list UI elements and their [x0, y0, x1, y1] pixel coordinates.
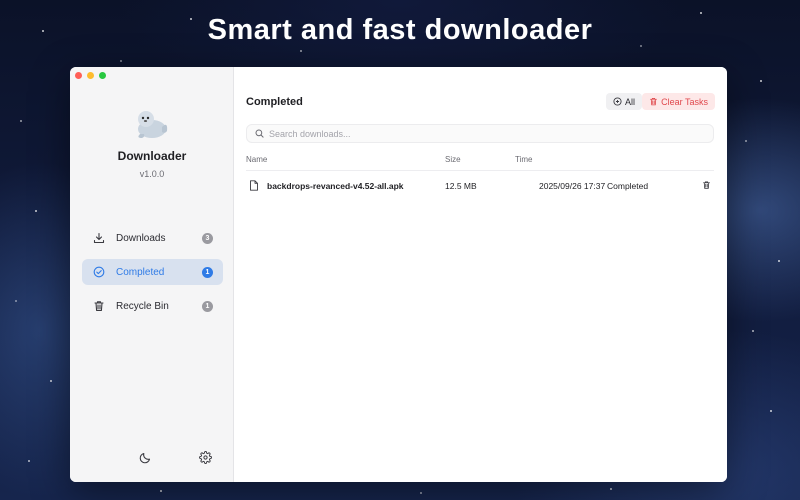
sidebar-item-label: Recycle Bin [116, 300, 169, 312]
app-version: v1.0.0 [139, 169, 165, 179]
sidebar-item-completed[interactable]: Completed 1 [82, 259, 223, 285]
count-badge: 1 [202, 266, 213, 278]
table-header: Name Size Time [246, 155, 714, 169]
file-name: backdrops-revanced-v4.52-all.apk [267, 181, 404, 191]
hero-title: Smart and fast downloader [207, 14, 593, 46]
count-badge: 1 [202, 300, 213, 312]
sidebar-footer [70, 448, 234, 468]
gear-icon [198, 450, 212, 464]
delete-row-button[interactable] [702, 180, 711, 192]
theme-toggle-button[interactable] [136, 448, 154, 466]
sidebar: Downloader v1.0.0 Downloads 3 Completed … [70, 67, 234, 482]
column-header-size[interactable]: Size [445, 155, 461, 164]
window-controls [75, 72, 106, 79]
sidebar-item-recycle-bin[interactable]: Recycle Bin 1 [82, 293, 223, 319]
status-badge: Completed [607, 181, 649, 191]
minimize-window-button[interactable] [87, 72, 94, 79]
sidebar-item-label: Completed [116, 266, 165, 278]
file-size: 12.5 MB [445, 181, 477, 191]
search-bar [246, 124, 714, 143]
file-time: 2025/09/26 17:37 [539, 181, 606, 191]
trash-icon [650, 97, 658, 106]
table-row[interactable]: backdrops-revanced-v4.52-all.apk 12.5 MB… [246, 179, 714, 195]
app-window: Downloader v1.0.0 Downloads 3 Completed … [70, 67, 727, 482]
sidebar-nav: Downloads 3 Completed 1 Recycle Bin 1 [82, 225, 223, 327]
close-window-button[interactable] [75, 72, 82, 79]
maximize-window-button[interactable] [99, 72, 106, 79]
filter-circle-icon [613, 97, 622, 106]
search-input[interactable] [269, 128, 705, 139]
trash-icon [92, 299, 106, 313]
sidebar-item-label: Downloads [116, 232, 166, 244]
seal-logo-icon [138, 111, 168, 138]
search-icon [255, 129, 264, 138]
sidebar-item-downloads[interactable]: Downloads 3 [82, 225, 223, 251]
count-badge: 3 [202, 232, 213, 244]
file-icon [249, 180, 259, 193]
download-icon [92, 231, 106, 245]
check-circle-icon [92, 265, 106, 279]
header-divider [246, 170, 714, 171]
clear-tasks-label: Clear Tasks [661, 96, 708, 107]
main-panel: Completed All Clear Tasks Name Size Ti [234, 67, 727, 482]
settings-button[interactable] [196, 448, 214, 466]
moon-icon [139, 452, 150, 463]
filter-all-button[interactable]: All [605, 93, 642, 110]
column-header-name[interactable]: Name [246, 155, 267, 164]
column-header-time[interactable]: Time [515, 155, 532, 164]
filter-all-label: All [624, 96, 635, 107]
app-name: Downloader [117, 149, 187, 163]
clear-tasks-button[interactable]: Clear Tasks [642, 93, 715, 110]
trash-icon [703, 181, 710, 189]
page-title: Completed [246, 96, 303, 108]
